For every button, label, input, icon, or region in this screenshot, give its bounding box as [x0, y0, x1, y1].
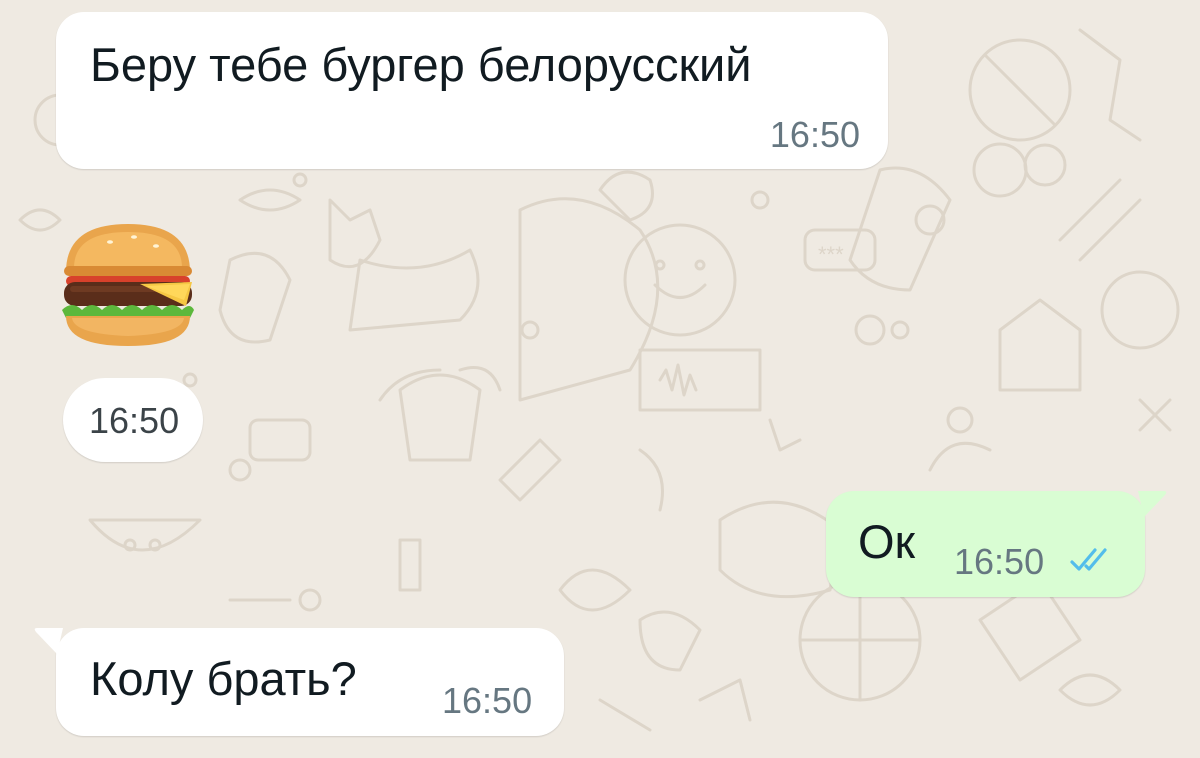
hamburger-emoji-icon — [62, 224, 194, 346]
message-timestamp: 16:50 — [89, 400, 180, 441]
message-bubble-outgoing[interactable]: Ок 16:50 — [826, 491, 1145, 597]
incoming-bubble-tail — [34, 628, 63, 654]
sticker-timestamp-pill: 16:50 — [63, 378, 203, 462]
message-timestamp: 16:50 — [954, 541, 1045, 582]
message-bubble-incoming[interactable]: Колу брать? 16:50 — [56, 628, 564, 736]
double-check-icon — [1070, 548, 1107, 571]
outgoing-bubble-tail — [1138, 491, 1167, 517]
message-timestamp: 16:50 — [442, 680, 533, 721]
svg-text:***: *** — [818, 242, 844, 267]
message-text: Колу брать? — [90, 652, 357, 705]
burger-sticker[interactable] — [60, 220, 196, 350]
message-bubble-incoming[interactable]: Беру тебе бургер белорусский 16:50 — [56, 12, 888, 169]
message-text: Беру тебе бургер белорусский — [90, 38, 752, 91]
message-text: Ок — [858, 515, 916, 568]
message-timestamp: 16:50 — [769, 114, 860, 155]
